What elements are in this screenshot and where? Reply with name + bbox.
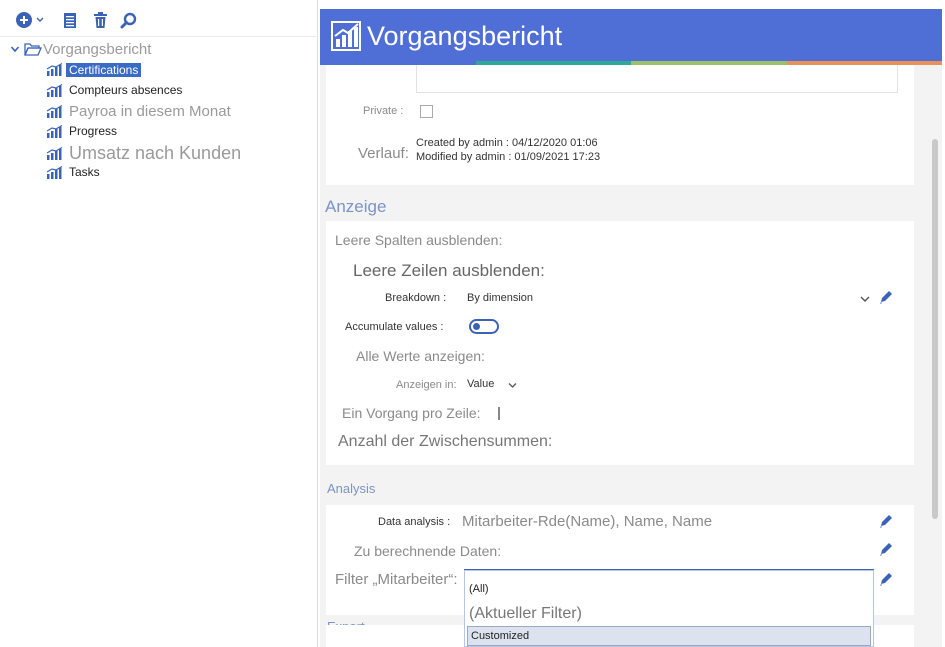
search-button[interactable] <box>118 10 138 30</box>
report-list-button[interactable] <box>60 10 80 30</box>
filter-dropdown-list: (All) (Aktueller Filter) Customized <box>464 570 874 647</box>
bar-chart-icon <box>46 147 63 160</box>
filter-option-all[interactable]: (All) <box>469 583 489 595</box>
description-textarea[interactable] <box>416 65 898 93</box>
hide-empty-columns-label: Leere Spalten ausblenden: <box>335 232 503 248</box>
private-checkbox[interactable] <box>420 105 433 118</box>
data-analysis-value[interactable]: Mitarbeiter-Rde(Name), Name, Name <box>462 513 712 530</box>
created-info: Created by admin : 04/12/2020 01:06 <box>416 137 598 149</box>
tree-item-label: Compteurs absences <box>69 83 183 97</box>
report-list-icon <box>64 12 76 28</box>
tree-item-label: Tasks <box>69 165 100 179</box>
tree-item-label: Payroa in diesem Monat <box>69 102 231 120</box>
show-in-label: Anzeigen in: <box>396 379 457 391</box>
filter-option-current[interactable]: (Aktueller Filter) <box>469 605 582 623</box>
bar-chart-icon <box>46 104 63 118</box>
report-chart-icon <box>331 21 361 51</box>
navigation-panel: Vorgangsbericht Certifications Compteurs… <box>0 0 318 647</box>
tree-item-label: Certifications <box>66 62 142 77</box>
analysis-section-title: Analysis <box>327 481 376 496</box>
delete-button[interactable] <box>90 10 110 30</box>
tree-item-payroa[interactable]: Payroa in diesem Monat <box>46 102 234 120</box>
tree-item-compteurs-absences[interactable]: Compteurs absences <box>46 82 185 98</box>
breakdown-label: Breakdown : <box>385 292 447 304</box>
folder-open-icon <box>24 43 42 56</box>
filter-option-customized-highlight[interactable]: Customized <box>467 626 871 646</box>
bar-chart-icon <box>46 124 63 138</box>
accumulate-values-toggle[interactable] <box>469 319 499 334</box>
add-button[interactable] <box>14 10 46 30</box>
filter-option-customized[interactable]: Customized <box>471 630 529 642</box>
subtotals-label: Anzahl der Zwischensummen: <box>338 433 553 450</box>
tree-item-umsatz[interactable]: Umsatz nach Kunden <box>46 143 244 164</box>
bar-chart-icon <box>46 83 63 97</box>
vertical-scrollbar[interactable] <box>932 139 938 519</box>
plus-circle-icon <box>16 12 44 28</box>
one-per-row-label: Ein Vorgang pro Zeile: <box>342 405 481 421</box>
search-icon <box>120 12 136 28</box>
tree-root-label[interactable]: Vorgangsbericht <box>43 41 151 58</box>
computed-data-label: Zu berechnende Daten: <box>354 543 502 559</box>
filter-label: Filter „Mitarbeiter“: <box>335 571 458 588</box>
chevron-down-icon <box>508 383 517 388</box>
tree-item-label: Umsatz nach Kunden <box>69 143 242 163</box>
toggle-knob <box>473 323 480 330</box>
toolbar-divider <box>0 36 318 37</box>
display-section-title: Anzeige <box>325 197 387 216</box>
tree-item-tasks[interactable]: Tasks <box>46 164 103 180</box>
chevron-down-icon <box>860 296 870 302</box>
display-card: Leere Spalten ausblenden: Leere Zeilen a… <box>326 221 914 465</box>
info-card: Private : Verlauf: Created by admin : 04… <box>326 65 914 185</box>
hide-empty-rows-label: Leere Zeilen ausblenden: <box>353 261 545 280</box>
pencil-icon[interactable] <box>878 289 894 305</box>
bar-chart-icon <box>46 63 63 76</box>
pencil-icon[interactable] <box>878 541 894 557</box>
pencil-icon[interactable] <box>878 571 894 587</box>
report-title: Vorgangsbericht <box>367 21 563 51</box>
report-detail-panel: Vorgangsbericht Private : Verlauf: Creat… <box>320 9 942 647</box>
tree-item-progress[interactable]: Progress <box>46 123 120 139</box>
pencil-icon[interactable] <box>878 513 894 529</box>
breakdown-select[interactable]: By dimension <box>462 289 874 307</box>
breakdown-value: By dimension <box>467 292 534 304</box>
show-all-values-label: Alle Werte anzeigen: <box>356 348 485 364</box>
show-in-value: Value <box>467 378 495 390</box>
bar-chart-icon <box>46 165 63 179</box>
history-label: Verlauf: <box>358 145 409 162</box>
tree-item-certifications[interactable]: Certifications <box>46 61 142 78</box>
modified-info: Modified by admin : 01/09/2021 17:23 <box>416 151 601 163</box>
tree-item-label: Progress <box>69 124 118 138</box>
trash-icon <box>93 11 107 28</box>
data-analysis-label: Data analysis : <box>378 516 451 528</box>
one-per-row-checkbox[interactable] <box>498 407 500 420</box>
show-in-select[interactable]: Value <box>464 376 520 393</box>
private-label: Private : <box>363 105 404 117</box>
report-header: Vorgangsbericht <box>320 9 942 61</box>
chevron-down-icon[interactable] <box>10 44 20 54</box>
tree-root[interactable]: Vorgangsbericht <box>10 40 151 58</box>
accumulate-values-label: Accumulate values : <box>345 321 444 333</box>
